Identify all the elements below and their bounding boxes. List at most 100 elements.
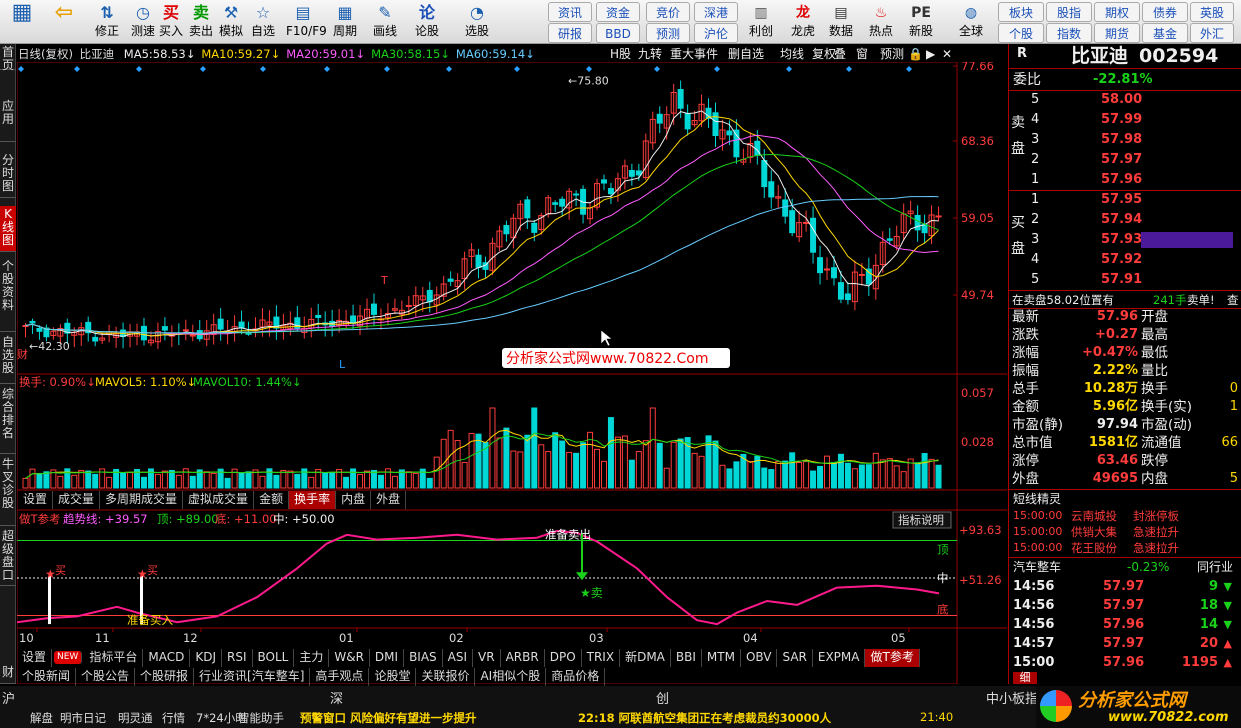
status-btn[interactable]: 行情	[162, 710, 185, 726]
market-btn[interactable]: 个股	[998, 23, 1044, 43]
market-btn[interactable]: 基金	[1142, 23, 1188, 43]
event-diamond-icon[interactable]	[136, 66, 142, 72]
market-btn[interactable]: 期权	[1094, 2, 1140, 22]
indicator-tabs-tab[interactable]: DPO	[545, 649, 582, 667]
kline-btn[interactable]: 叠	[834, 45, 846, 63]
indicator-tabs-tab[interactable]: KDJ	[190, 649, 222, 667]
left-tab-3[interactable]: K线图	[0, 206, 16, 252]
index-label[interactable]: 深	[330, 688, 343, 707]
market-btn[interactable]: 指数	[1046, 23, 1092, 43]
left-tab-1[interactable]: 应用	[0, 98, 16, 142]
toolbar-btn-2[interactable]: ⇅ 修正	[90, 1, 124, 43]
toolbar-btn-9[interactable]: ▦ 周期	[328, 1, 362, 43]
volume-tabs-tab[interactable]: 换手率	[289, 491, 337, 509]
indicator-tabs-tab[interactable]: MTM	[702, 649, 741, 667]
market-btn[interactable]: 期货	[1094, 23, 1140, 43]
toolbar-small-btn[interactable]: 竞价	[646, 2, 690, 22]
toolbar-btn-0[interactable]: ▦	[4, 1, 40, 43]
toolbar-small-btn[interactable]: 深港	[694, 2, 738, 22]
status-btn[interactable]: 明市日记	[60, 710, 106, 726]
toolbar-btn-1[interactable]: ⇦	[46, 1, 82, 43]
info-tabs-tab[interactable]: AI相似个股	[475, 668, 547, 686]
volume-tabs-tab[interactable]: 多周期成交量	[100, 491, 184, 509]
status-btn[interactable]: 解盘	[30, 710, 53, 726]
volume-tabs-tab[interactable]: 内盘	[336, 491, 372, 509]
market-btn[interactable]: 股指	[1046, 2, 1092, 22]
market-btn[interactable]: 债券	[1142, 2, 1188, 22]
lock-icon[interactable]: 🔒	[908, 45, 923, 63]
market-btn[interactable]: 板块	[998, 2, 1044, 22]
toolbar-btn-11[interactable]: 论论股	[410, 1, 444, 43]
indicator-tabs-tab[interactable]: BIAS	[404, 649, 443, 667]
toolbar-small-btn[interactable]: 研报	[548, 23, 592, 43]
indicator-tabs-tab[interactable]: 做T参考	[865, 649, 920, 667]
indicator-tabs-tab[interactable]: 指标平台	[84, 649, 144, 667]
index-label[interactable]: 创	[656, 688, 669, 707]
indicator-tabs-tab[interactable]: BOLL	[253, 649, 295, 667]
index-label[interactable]: 沪	[2, 688, 15, 707]
volume-tabs-tab[interactable]: 设置	[18, 491, 54, 509]
kline-btn[interactable]: 均线	[780, 45, 804, 63]
kline-btn[interactable]: 预测	[880, 45, 904, 63]
info-tabs-tab[interactable]: 行业资讯[汽车整车]	[194, 668, 311, 686]
toolbar-btn-12[interactable]: ◔ 选股	[460, 1, 494, 43]
kline-chart[interactable]: ←75.80 ←42.30 T L 77.66 68.36 59.05 49.74 分析家公式网…	[17, 62, 1007, 684]
event-diamond-icon[interactable]	[260, 66, 266, 72]
toolbar-btn-6[interactable]: ⚒ 模拟	[214, 1, 248, 43]
indicator-tabs-tab[interactable]: 新DMA	[620, 649, 671, 667]
left-tab-9[interactable]: 财	[0, 664, 16, 684]
indicator-tabs-tab[interactable]: NEW	[54, 651, 83, 664]
indicator-tabs-tab[interactable]: ASI	[443, 649, 474, 667]
status-btn[interactable]: 智能助手	[238, 710, 284, 726]
info-tabs-tab[interactable]: 商品价格	[546, 668, 606, 686]
left-tab-4[interactable]: 个股资料	[0, 258, 16, 332]
arrow-right-icon[interactable]: ▶	[926, 45, 935, 63]
indicator-tabs-tab[interactable]: ARBR	[501, 649, 545, 667]
detail-tab[interactable]: 细	[1013, 672, 1037, 684]
indicator-tabs-tab[interactable]: OBV	[741, 649, 778, 667]
market-btn[interactable]: 英股	[1190, 2, 1234, 22]
volume-tabs-tab[interactable]: 外盘	[371, 491, 407, 509]
left-tab-0[interactable]: 首页	[0, 44, 16, 72]
toolbar-small-btn[interactable]: 资金	[596, 2, 640, 22]
indicator-tabs-tab[interactable]: MACD	[143, 649, 191, 667]
period-label[interactable]: 日线(复权)	[18, 47, 73, 61]
toolbar-small-btn[interactable]: 沪伦	[694, 23, 738, 43]
toolbar-btn-龙虎[interactable]: 龙龙虎	[784, 1, 822, 43]
volume-tabs-tab[interactable]: 虚拟成交量	[183, 491, 255, 509]
indicator-tabs-tab[interactable]: RSI	[222, 649, 253, 667]
toolbar-btn-全球[interactable]: ◍ 全球	[952, 1, 990, 43]
toolbar-btn-8[interactable]: ▤ F10/F9	[286, 1, 327, 43]
toolbar-btn-热点[interactable]: ♨ 热点	[862, 1, 900, 43]
volume-tabs-tab[interactable]: 金额	[254, 491, 290, 509]
kline-btn[interactable]: H股	[610, 45, 631, 63]
event-diamond-icon[interactable]	[200, 66, 206, 72]
left-tab-8[interactable]: 超级盘口	[0, 528, 16, 586]
event-diamond-icon[interactable]	[514, 66, 520, 72]
kline-btn[interactable]: 窗	[856, 45, 868, 63]
index-label[interactable]: 中小板指	[986, 688, 1038, 707]
left-tab-2[interactable]: 分时图	[0, 152, 16, 198]
event-diamond-icon[interactable]	[906, 66, 912, 72]
toolbar-btn-数据[interactable]: ▤ 数据	[822, 1, 860, 43]
indicator-tabs-tab[interactable]: TRIX	[582, 649, 621, 667]
toolbar-small-btn[interactable]: BBD	[596, 23, 640, 43]
toolbar-small-btn[interactable]: 资讯	[548, 2, 592, 22]
indicator-tabs-tab[interactable]: SAR	[777, 649, 813, 667]
event-diamond-icon[interactable]	[654, 66, 660, 72]
info-tabs-tab[interactable]: 关联报价	[416, 668, 476, 686]
event-diamond-icon[interactable]	[786, 66, 792, 72]
indicator-tabs-tab[interactable]: 主力	[294, 649, 330, 667]
event-diamond-icon[interactable]	[586, 66, 592, 72]
toolbar-btn-10[interactable]: ✎ 画线	[368, 1, 402, 43]
event-diamond-icon[interactable]	[324, 66, 330, 72]
market-btn[interactable]: 外汇	[1190, 23, 1234, 43]
left-tab-5[interactable]: 自选股	[0, 334, 16, 384]
left-tab-6[interactable]: 综合排名	[0, 386, 16, 454]
left-tab-7[interactable]: 牛叉诊股	[0, 456, 16, 526]
indicator-tabs-tab[interactable]: 设置	[17, 649, 53, 667]
event-diamond-icon[interactable]	[384, 66, 390, 72]
volume-tabs-tab[interactable]: 成交量	[53, 491, 101, 509]
toolbar-small-btn[interactable]: 预测	[646, 23, 690, 43]
kline-btn[interactable]: 删自选	[728, 45, 764, 63]
